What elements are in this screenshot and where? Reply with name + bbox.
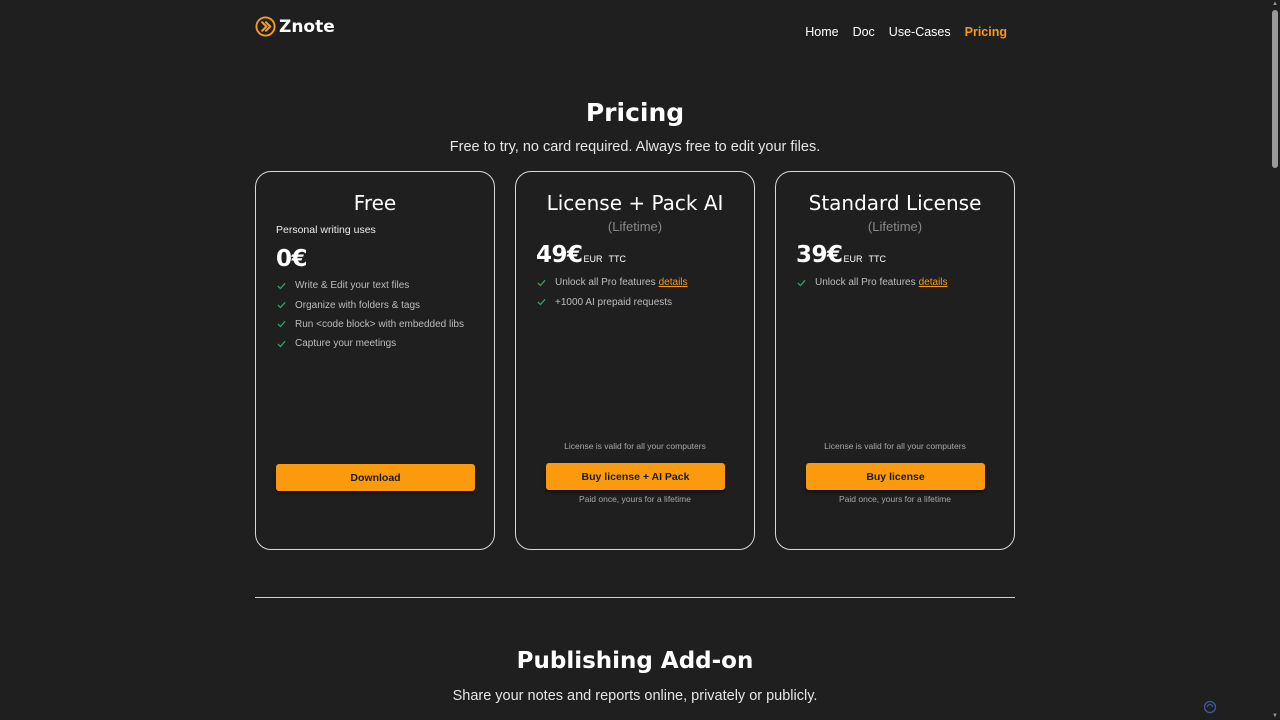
- price-amount: 39€: [796, 242, 843, 268]
- feature-item: Unlock all Pro features details: [797, 273, 948, 292]
- plan-title: Free: [353, 191, 397, 215]
- scrollbar-thumb[interactable]: [1272, 10, 1278, 168]
- addon-title: Publishing Add-on: [516, 648, 754, 674]
- payment-note: Paid once, yours for a lifetime: [579, 494, 691, 504]
- feature-item: +1000 AI prepaid requests: [537, 292, 688, 311]
- buy-license-ai-pack-button[interactable]: Buy license + AI Pack: [546, 463, 725, 490]
- plan-title: License + Pack AI: [546, 191, 724, 215]
- plan-term: (Lifetime): [607, 219, 663, 234]
- znote-logo-icon: [255, 16, 276, 37]
- plan-price: 39€EUR TTC: [796, 242, 886, 268]
- section-divider: [255, 597, 1015, 598]
- page-title: Pricing: [585, 98, 685, 127]
- details-link[interactable]: details: [659, 277, 688, 288]
- addon-subtitle: Share your notes and reports online, pri…: [452, 688, 818, 704]
- check-icon: [277, 321, 286, 328]
- check-icon: [797, 279, 806, 287]
- nav-doc[interactable]: Doc: [853, 25, 875, 39]
- feature-item: Capture your meetings: [277, 334, 464, 353]
- recaptcha-icon[interactable]: [1203, 700, 1217, 714]
- plan-term: (Lifetime): [867, 219, 923, 234]
- page-subtitle: Free to try, no card required. Always fr…: [449, 139, 821, 155]
- payment-note: Paid once, yours for a lifetime: [839, 494, 951, 504]
- check-icon: [537, 298, 546, 306]
- plan-price: 0€: [276, 246, 308, 272]
- brand-name: Znote: [279, 16, 335, 37]
- scroll-up-icon[interactable]: ▲: [1272, 1, 1278, 7]
- price-amount: 0€: [276, 246, 308, 272]
- price-currency: EUR: [843, 254, 863, 264]
- feature-list: Unlock all Pro features details: [797, 273, 948, 292]
- plan-card-ai-pack: License + Pack AI (Lifetime) 49€EUR TTC U…: [515, 171, 755, 550]
- plan-card-standard: Standard License (Lifetime) 39€EUR TTC Un…: [775, 171, 1015, 550]
- details-link[interactable]: details: [919, 277, 948, 288]
- plan-card-free: Free Personal writing uses 0€ Write & Ed…: [255, 171, 495, 550]
- feature-item: Write & Edit your text files: [277, 276, 464, 295]
- plan-description: Personal writing uses: [276, 224, 376, 236]
- scroll-down-icon[interactable]: ▼: [1272, 713, 1278, 719]
- price-tax: TTC: [608, 254, 627, 264]
- feature-item: Run <code block> with embedded libs: [277, 315, 464, 334]
- plan-title: Standard License: [808, 191, 982, 215]
- check-icon: [537, 279, 546, 287]
- nav-home[interactable]: Home: [805, 25, 838, 39]
- license-validity-note: License is valid for all your computers: [824, 441, 966, 451]
- main-nav: Home Doc Use-Cases Pricing: [791, 25, 1007, 39]
- check-icon: [277, 301, 286, 309]
- check-icon: [277, 340, 286, 348]
- price-currency: EUR: [583, 254, 603, 264]
- feature-item: Unlock all Pro features details: [537, 273, 688, 292]
- download-button[interactable]: Download: [276, 464, 475, 491]
- plan-price: 49€EUR TTC: [536, 242, 626, 268]
- scrollbar[interactable]: ▲ ▼: [1270, 0, 1280, 720]
- feature-item: Organize with folders & tags: [277, 295, 464, 314]
- logo[interactable]: Znote: [255, 16, 335, 37]
- license-validity-note: License is valid for all your computers: [564, 441, 706, 451]
- price-amount: 49€: [536, 242, 583, 268]
- price-tax: TTC: [868, 254, 887, 264]
- nav-use-cases[interactable]: Use-Cases: [889, 25, 951, 39]
- site-header: Znote Home Doc Use-Cases Pricing: [255, 14, 1007, 46]
- nav-pricing[interactable]: Pricing: [965, 25, 1007, 39]
- feature-list: Write & Edit your text files Organize wi…: [277, 276, 464, 354]
- check-icon: [277, 282, 286, 290]
- feature-list: Unlock all Pro features details +1000 AI…: [537, 273, 688, 312]
- buy-license-button[interactable]: Buy license: [806, 463, 985, 490]
